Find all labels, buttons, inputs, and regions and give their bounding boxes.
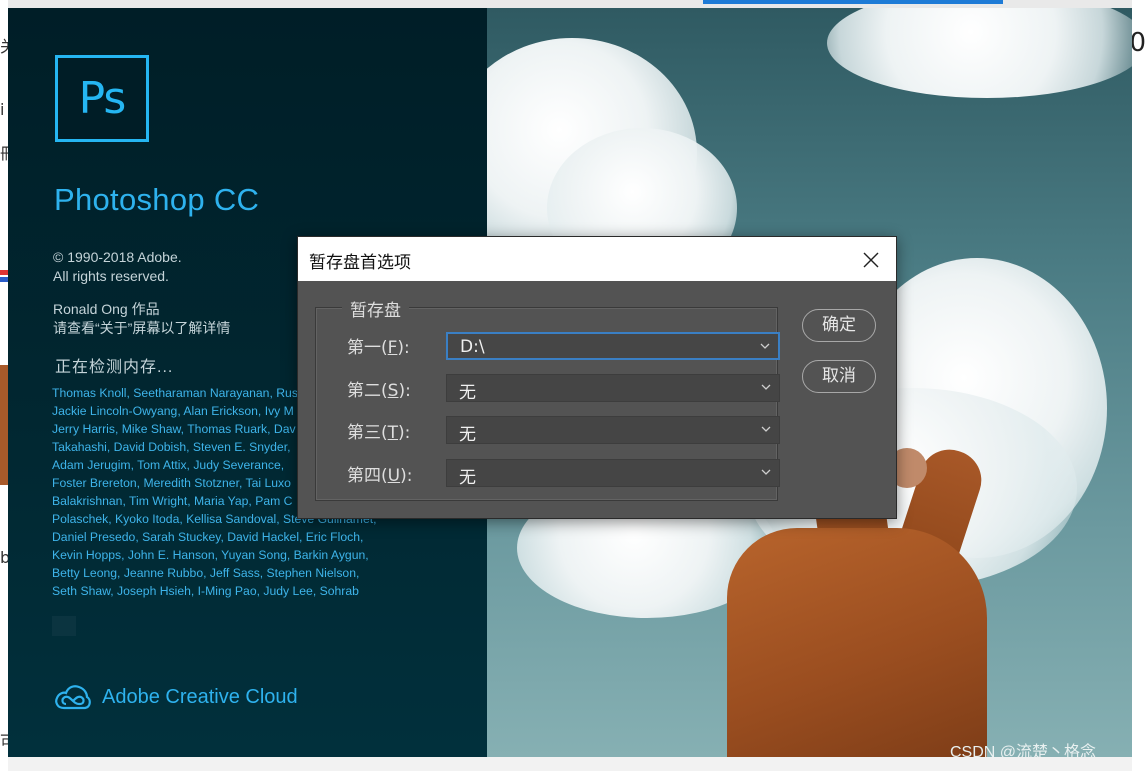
copyright-line: © 1990-2018 Adobe. xyxy=(53,249,182,265)
background-active-tab-indicator xyxy=(703,0,1003,4)
credit-line: Ronald Ong 作品 xyxy=(53,301,160,317)
ok-button[interactable]: 确定 xyxy=(802,309,876,342)
dialog-titlebar: 暂存盘首选项 xyxy=(298,237,896,281)
background-stripe-red xyxy=(0,270,8,275)
background-window-right-edge: 0 xyxy=(1129,0,1146,771)
fourth-disk-select[interactable]: 无 xyxy=(446,459,780,488)
second-disk-select[interactable]: 无 xyxy=(446,374,780,403)
figure-body xyxy=(727,528,987,757)
fourth-disk-label: 第四(U): xyxy=(347,461,412,486)
chevron-down-icon xyxy=(761,426,771,432)
close-icon xyxy=(863,252,879,268)
background-image-fragment xyxy=(0,365,8,485)
creative-cloud-brand: Adobe Creative Cloud xyxy=(54,682,298,712)
credit-line: 请查看“关于”屏幕以了解详情 xyxy=(53,320,231,336)
label-suffix: ): xyxy=(398,423,411,443)
label-prefix: 第四( xyxy=(347,466,388,486)
label-prefix: 第三( xyxy=(347,423,388,443)
select-value: 无 xyxy=(459,468,476,488)
contributors-line: Daniel Presedo, Sarah Stuckey, David Hac… xyxy=(52,530,364,544)
shortcut-key: F xyxy=(387,338,398,358)
loading-status: 正在检测内存... xyxy=(55,359,174,376)
shortcut-key: T xyxy=(387,423,399,443)
background-window-topbar xyxy=(0,0,1146,8)
creative-cloud-icon xyxy=(55,685,91,710)
dialog-title: 暂存盘首选项 xyxy=(309,253,411,273)
contributors-line: Kevin Hopps, John E. Hanson, Yuyan Song,… xyxy=(52,548,369,562)
shortcut-key: U xyxy=(387,466,401,486)
copyright-line: All rights reserved. xyxy=(53,268,169,284)
shortcut-key: S xyxy=(387,381,399,401)
label-suffix: ): xyxy=(397,338,410,358)
select-value: 无 xyxy=(459,425,476,445)
cloud-shape xyxy=(827,8,1132,98)
background-glyph: i xyxy=(0,100,5,119)
scratch-disk-dialog: 暂存盘首选项 暂存盘 第一(F): D:\ 第二(S): 无 第三(T): 无 … xyxy=(297,236,897,519)
label-suffix: ): xyxy=(400,466,413,486)
contributors-line: Betty Leong, Jeanne Rubbo, Jeff Sass, St… xyxy=(52,566,360,580)
cancel-button[interactable]: 取消 xyxy=(802,360,876,393)
background-window-left-edge: 关 i 冊 b 可 xyxy=(0,0,16,771)
label-prefix: 第一( xyxy=(347,338,388,358)
scratch-disk-group: 暂存盘 第一(F): D:\ 第二(S): 无 第三(T): 无 第四(U): … xyxy=(315,296,780,501)
label-suffix: ): xyxy=(398,381,411,401)
decorative-square xyxy=(52,616,76,636)
chevron-down-icon xyxy=(760,343,770,349)
first-disk-label: 第一(F): xyxy=(347,333,410,358)
group-label: 暂存盘 xyxy=(342,296,409,321)
close-button[interactable] xyxy=(856,245,886,275)
copyright-notice: © 1990-2018 Adobe. All rights reserved. xyxy=(53,248,182,286)
third-disk-label: 第三(T): xyxy=(347,418,410,443)
background-stripe-blue xyxy=(0,277,8,282)
chevron-down-icon xyxy=(761,384,771,390)
first-disk-select[interactable]: D:\ xyxy=(446,332,780,360)
select-value: 无 xyxy=(459,383,476,403)
watermark: CSDN @流楚丶格念 xyxy=(950,744,1097,757)
label-prefix: 第二( xyxy=(347,381,388,401)
product-title: Photoshop CC xyxy=(54,182,260,217)
select-value: D:\ xyxy=(460,337,485,357)
second-disk-label: 第二(S): xyxy=(347,376,411,401)
brand-label: Adobe Creative Cloud xyxy=(102,685,298,708)
contributors-line: Seth Shaw, Joseph Hsieh, I-Ming Pao, Jud… xyxy=(52,584,359,598)
third-disk-select[interactable]: 无 xyxy=(446,416,780,445)
chevron-down-icon xyxy=(761,469,771,475)
photoshop-logo-icon: Ps xyxy=(55,55,149,142)
splash-artwork-credit: Ronald Ong 作品 请查看“关于”屏幕以了解详情 xyxy=(53,300,230,338)
